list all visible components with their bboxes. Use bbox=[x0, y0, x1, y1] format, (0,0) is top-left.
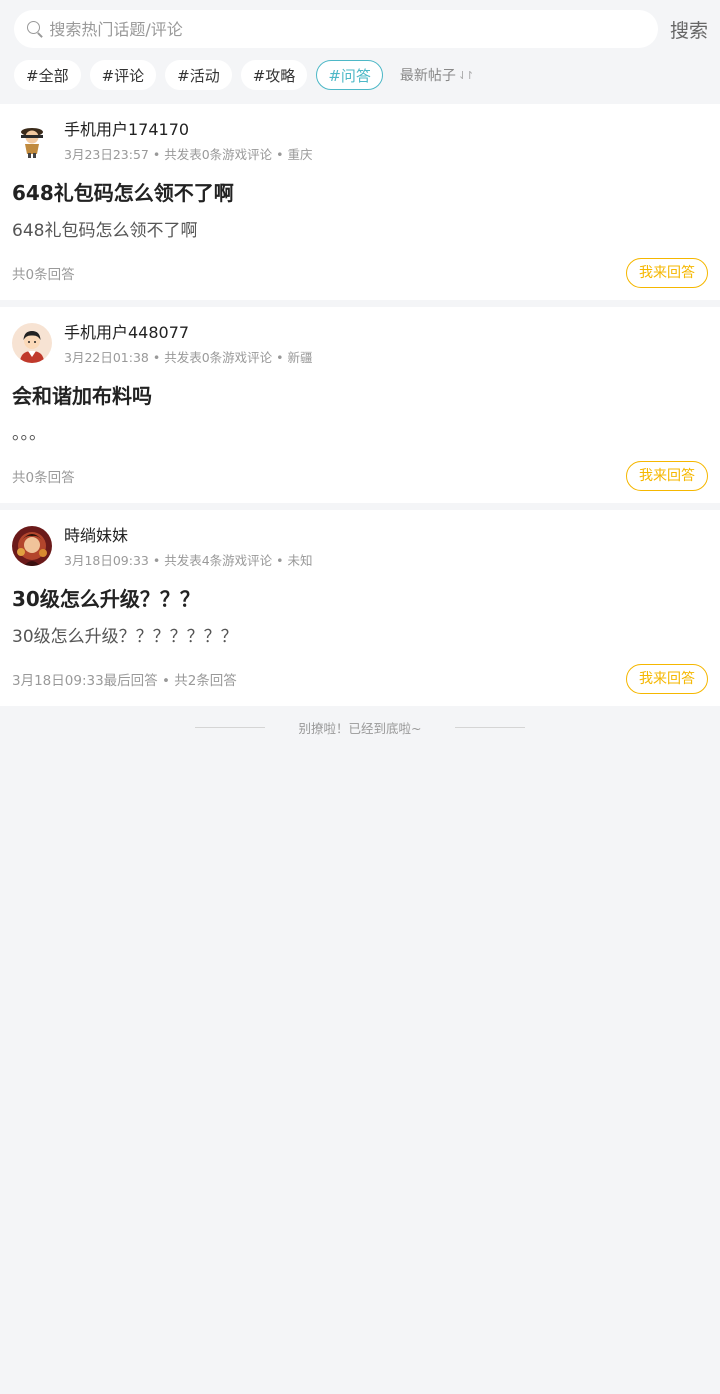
search-input[interactable] bbox=[49, 19, 658, 39]
post-card[interactable]: 手机用户448077 3月22日01:38 • 共发表0条游戏评论 • 新疆 会… bbox=[0, 307, 720, 503]
post-header: 時绱妹妹 3月18日09:33 • 共发表4条游戏评论 • 未知 bbox=[12, 524, 708, 576]
post-header: 手机用户174170 3月23日23:57 • 共发表0条游戏评论 • 重庆 bbox=[12, 118, 708, 170]
post-card[interactable]: 時绱妹妹 3月18日09:33 • 共发表4条游戏评论 • 未知 30级怎么升级… bbox=[0, 510, 720, 706]
post-footer: 3月18日09:33最后回答 • 共2条回答 我来回答 bbox=[12, 664, 708, 694]
post-footer: 共0条回答 我来回答 bbox=[12, 258, 708, 288]
post-user-info: 時绱妹妹 3月18日09:33 • 共发表4条游戏评论 • 未知 bbox=[64, 524, 312, 570]
post-meta: 3月22日01:38 • 共发表0条游戏评论 • 新疆 bbox=[64, 350, 313, 365]
post-user-info: 手机用户448077 3月22日01:38 • 共发表0条游戏评论 • 新疆 bbox=[64, 321, 312, 367]
tag-comment[interactable]: #评论 bbox=[89, 60, 157, 90]
answer-count: 共0条回答 bbox=[12, 470, 75, 486]
search-box[interactable] bbox=[14, 10, 658, 48]
divider-line bbox=[194, 727, 265, 728]
post-content[interactable]: 。。。 bbox=[12, 421, 708, 447]
sort-dropdown[interactable]: 最新帖子 ⇃↾ bbox=[399, 65, 475, 85]
end-of-list-tip: 别撩啦！已经到底啦~ bbox=[0, 718, 720, 737]
post-title[interactable]: 648礼包码怎么领不了啊 bbox=[12, 179, 708, 207]
end-of-list-text: 别撩啦！已经到底啦~ bbox=[298, 721, 422, 736]
post-meta: 3月23日23:57 • 共发表0条游戏评论 • 重庆 bbox=[64, 147, 313, 162]
post-title[interactable]: 30级怎么升级？？？ bbox=[12, 585, 708, 613]
answer-count: 3月18日09:33最后回答 • 共2条回答 bbox=[12, 673, 237, 689]
post-user-info: 手机用户174170 3月23日23:57 • 共发表0条游戏评论 • 重庆 bbox=[64, 118, 312, 164]
tag-activity[interactable]: #活动 bbox=[165, 60, 232, 90]
sort-arrows-icon: ⇃↾ bbox=[457, 68, 475, 82]
tag-guide[interactable]: #攻略 bbox=[240, 60, 308, 90]
answer-button[interactable]: 我来回答 bbox=[626, 664, 708, 694]
post-content[interactable]: 30级怎么升级？？？？？？？ bbox=[12, 624, 708, 650]
search-button[interactable]: 搜索 bbox=[670, 16, 708, 43]
search-row: 搜索 bbox=[14, 10, 708, 48]
sort-label: 最新帖子 bbox=[399, 68, 456, 84]
user-name[interactable]: 手机用户448077 bbox=[64, 321, 312, 345]
tag-all[interactable]: #全部 bbox=[14, 60, 81, 90]
answer-button[interactable]: 我来回答 bbox=[626, 258, 708, 288]
post-meta: 3月18日09:33 • 共发表4条游戏评论 • 未知 bbox=[64, 553, 313, 568]
answer-count: 共0条回答 bbox=[12, 267, 75, 283]
avatar[interactable] bbox=[12, 323, 52, 363]
avatar[interactable] bbox=[12, 120, 52, 160]
top-bar: 搜索 #全部 #评论 #活动 #攻略 #问答 最新帖子 ⇃↾ bbox=[0, 0, 720, 104]
tag-filter-bar: #全部 #评论 #活动 #攻略 #问答 最新帖子 ⇃↾ bbox=[14, 59, 708, 91]
user-name[interactable]: 時绱妹妹 bbox=[64, 524, 312, 548]
post-content[interactable]: 648礼包码怎么领不了啊 bbox=[12, 218, 708, 244]
divider-line bbox=[455, 727, 526, 728]
post-footer: 共0条回答 我来回答 bbox=[12, 461, 708, 491]
avatar[interactable] bbox=[12, 526, 52, 566]
search-icon bbox=[26, 20, 43, 38]
answer-button[interactable]: 我来回答 bbox=[626, 461, 708, 491]
user-name[interactable]: 手机用户174170 bbox=[64, 118, 312, 142]
post-header: 手机用户448077 3月22日01:38 • 共发表0条游戏评论 • 新疆 bbox=[12, 321, 708, 373]
post-title[interactable]: 会和谐加布料吗 bbox=[12, 382, 708, 410]
post-card[interactable]: 手机用户174170 3月23日23:57 • 共发表0条游戏评论 • 重庆 6… bbox=[0, 104, 720, 300]
tag-qa[interactable]: #问答 bbox=[316, 60, 383, 90]
